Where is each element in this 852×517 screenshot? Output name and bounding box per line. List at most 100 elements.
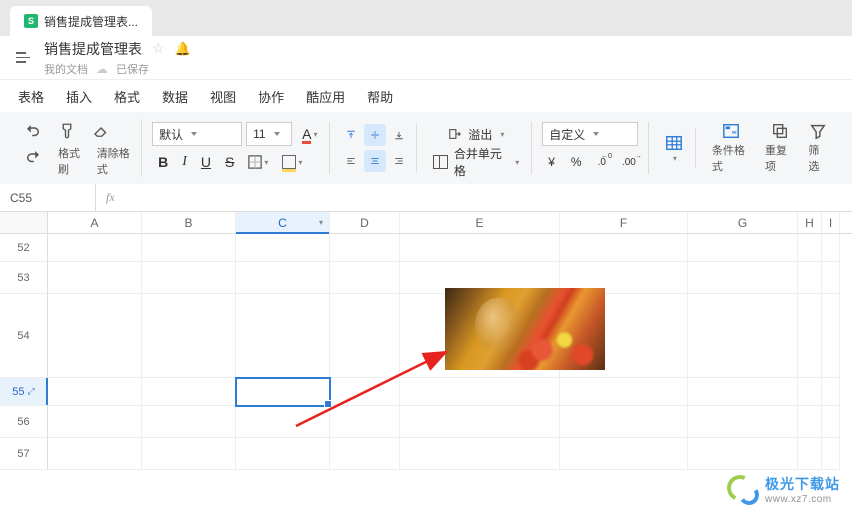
grid-cell[interactable] [330,406,400,438]
expand-row-icon[interactable]: ⤢ [28,386,35,397]
row-header[interactable]: 56 [0,406,48,438]
grid-cell[interactable] [48,262,142,294]
column-header[interactable]: F [560,212,688,233]
menu-data[interactable]: 数据 [162,87,188,106]
grid-cell[interactable] [822,262,840,294]
column-header[interactable]: A [48,212,142,233]
bell-icon[interactable]: 🔔 [175,41,191,57]
grid-cell[interactable] [822,406,840,438]
column-header[interactable]: D [330,212,400,233]
align-center-button[interactable] [364,150,386,172]
grid-cell[interactable] [688,234,798,262]
italic-button[interactable]: I [176,150,193,174]
grid-cell[interactable] [560,378,688,406]
grid-cell[interactable] [142,294,236,378]
grid-cell[interactable] [330,262,400,294]
grid-cell[interactable] [142,378,236,406]
align-right-button[interactable] [388,150,410,172]
overflow-button[interactable]: 溢出 ▾ [427,122,525,146]
row-header[interactable]: 54 [0,294,48,378]
grid-cell[interactable] [48,294,142,378]
grid-cell[interactable] [236,234,330,262]
filter-button[interactable]: 筛选 [802,118,834,178]
valign-bot-button[interactable] [388,124,410,146]
grid-cell[interactable] [236,294,330,378]
cell-reference-input[interactable]: C55 [0,184,96,211]
column-header[interactable]: G [688,212,798,233]
grid-cell[interactable] [798,294,822,378]
decimal-dec-button[interactable]: .00→ [616,150,642,174]
grid-cell[interactable] [236,262,330,294]
valign-top-button[interactable] [340,124,362,146]
grid-cell[interactable] [822,378,840,406]
grid-cell[interactable] [688,262,798,294]
dup-items-button[interactable]: 重复项 [759,118,800,178]
breadcrumb[interactable]: 我的文档 [44,61,88,77]
menu-view[interactable]: 视图 [210,87,236,106]
column-header[interactable]: B [142,212,236,233]
redo-button[interactable] [18,145,48,169]
select-all-corner[interactable] [0,212,48,233]
number-format-select[interactable]: 自定义 [542,122,638,146]
menu-format[interactable]: 格式 [114,87,140,106]
clear-format-button[interactable] [86,119,116,143]
undo-button[interactable] [18,119,48,143]
grid-cell[interactable] [560,234,688,262]
grid-cell[interactable] [142,234,236,262]
menu-coolapp[interactable]: 酷应用 [306,87,345,106]
grid-cell[interactable] [400,406,560,438]
grid-cell[interactable] [400,378,560,406]
grid-cell[interactable] [142,406,236,438]
grid-cell[interactable] [688,438,798,470]
currency-button[interactable]: ¥ [542,150,561,174]
format-painter-button[interactable] [52,119,82,143]
grid-cell[interactable] [48,234,142,262]
grid-cell[interactable] [688,294,798,378]
bold-button[interactable]: B [152,150,174,174]
fx-icon[interactable]: fx [96,190,125,205]
fill-color-button[interactable]: ▾ [276,150,308,174]
row-header[interactable]: 53 [0,262,48,294]
font-size-select[interactable]: 11 [246,122,292,146]
grid-cell[interactable] [822,438,840,470]
star-icon[interactable]: ☆ [152,40,165,57]
font-color-button[interactable]: A ▾ [296,122,323,146]
border-button[interactable]: ▾ [242,150,274,174]
grid-cell[interactable] [400,234,560,262]
grid-cell[interactable] [48,378,142,406]
grid-cell[interactable] [822,234,840,262]
grid-cell[interactable] [48,438,142,470]
grid-cell[interactable] [560,438,688,470]
grid-cell[interactable] [236,438,330,470]
grid-cell[interactable] [142,262,236,294]
grid-cell[interactable] [48,406,142,438]
grid-cell[interactable] [798,406,822,438]
strike-button[interactable]: S [219,150,240,174]
grid-cell[interactable] [330,234,400,262]
menu-help[interactable]: 帮助 [367,87,393,106]
menu-table[interactable]: 表格 [18,87,44,106]
row-header[interactable]: 55⤢ [0,378,48,406]
grid-cell[interactable] [798,438,822,470]
cond-format-button[interactable]: 条件格式 [706,118,757,178]
align-left-button[interactable] [340,150,362,172]
grid-cell[interactable] [798,262,822,294]
grid-cell[interactable] [688,378,798,406]
underline-button[interactable]: U [195,150,217,174]
column-header[interactable]: I [822,212,840,233]
grid-cell[interactable] [236,406,330,438]
menu-insert[interactable]: 插入 [66,87,92,106]
grid-cell[interactable] [330,378,400,406]
merge-cells-button[interactable]: 合并单元格 ▾ [427,150,525,174]
embedded-image[interactable] [445,288,605,370]
column-header[interactable]: H [798,212,822,233]
grid-cell[interactable] [798,378,822,406]
document-tab[interactable]: S 销售提成管理表... [10,6,152,36]
column-header[interactable]: E [400,212,560,233]
grid-cell[interactable] [142,438,236,470]
menu-collab[interactable]: 协作 [258,87,284,106]
grid-cell[interactable] [822,294,840,378]
row-header[interactable]: 52 [0,234,48,262]
grid-cell[interactable] [560,406,688,438]
font-family-select[interactable]: 默认 [152,122,242,146]
